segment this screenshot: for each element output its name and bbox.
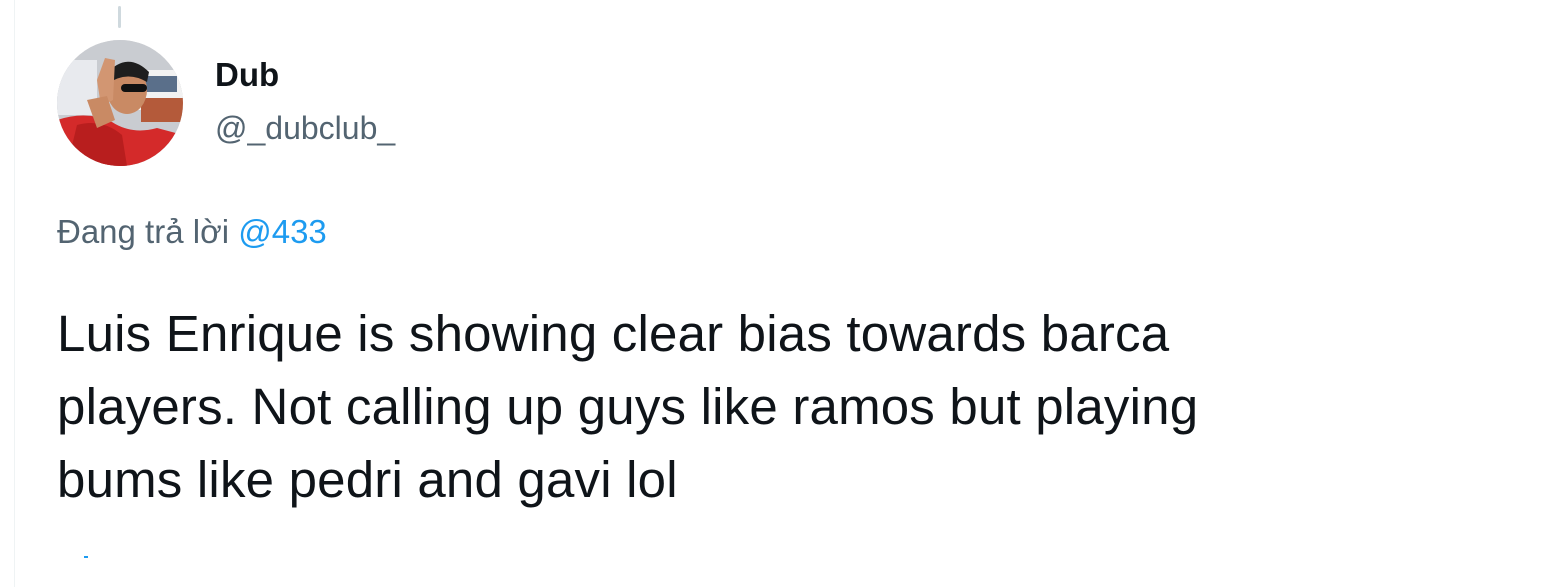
display-name[interactable]: Dub <box>215 56 279 94</box>
replying-to-line: Đang trả lời @433 <box>57 213 327 251</box>
avatar[interactable] <box>57 40 183 166</box>
reply-thread-line <box>118 6 121 28</box>
user-handle[interactable]: @_dubclub_ <box>215 110 395 147</box>
tweet-text: Luis Enrique is showing clear bias towar… <box>57 297 1437 516</box>
reply-mention-link[interactable]: @433 <box>238 213 327 250</box>
replying-to-label: Đang trả lời <box>57 213 230 250</box>
avatar-image <box>57 40 183 166</box>
tweet-text-line: bums like pedri and gavi lol <box>57 451 678 508</box>
timeline-border <box>14 0 15 587</box>
tweet-text-line: Luis Enrique is showing clear bias towar… <box>57 305 1170 362</box>
link-fragment <box>84 556 88 558</box>
tweet-text-line: players. Not calling up guys like ramos … <box>57 378 1199 435</box>
